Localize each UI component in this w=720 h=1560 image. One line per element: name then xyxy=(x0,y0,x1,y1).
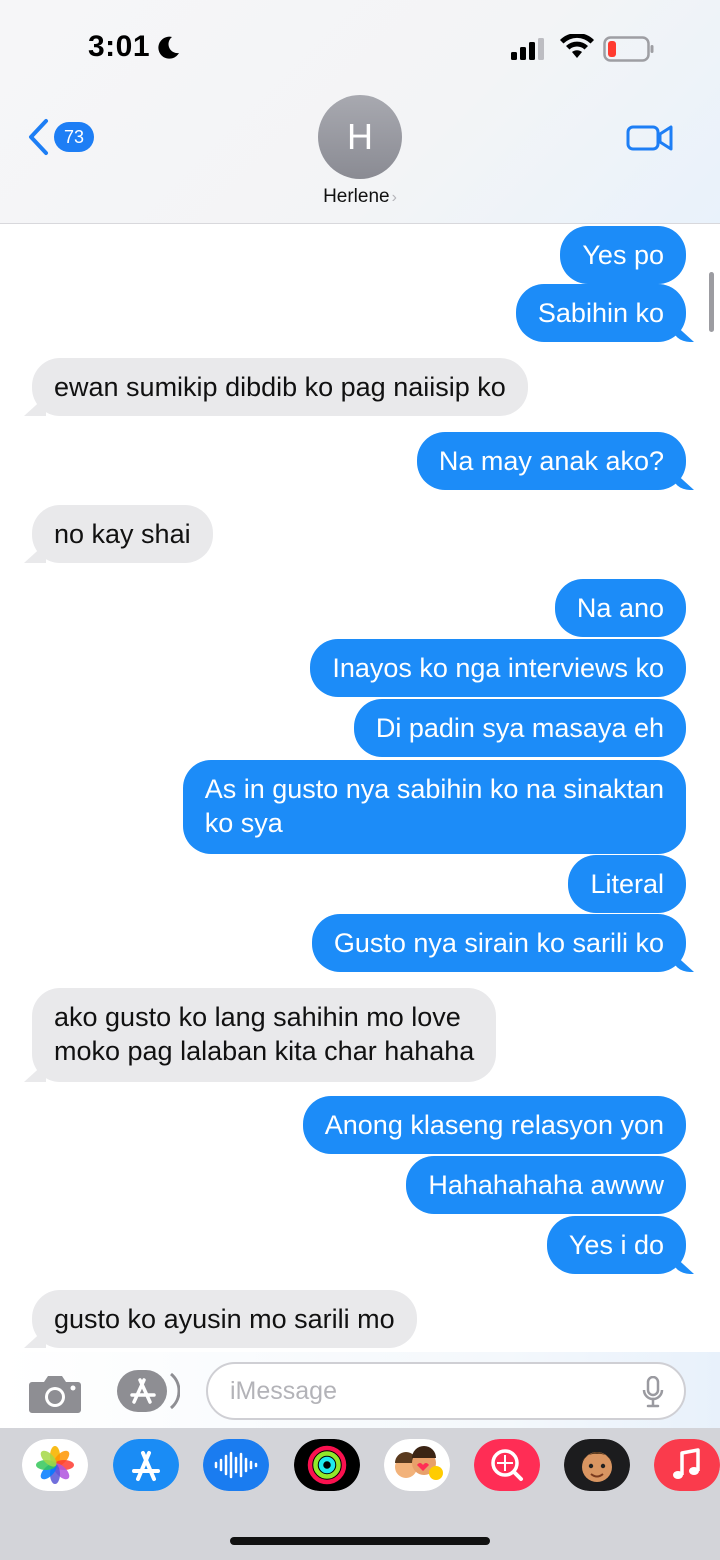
camera-icon[interactable] xyxy=(28,1372,82,1414)
memoji-stickers-icon[interactable] xyxy=(384,1439,450,1491)
do-not-disturb-moon-icon xyxy=(158,36,179,59)
video-call-icon[interactable] xyxy=(626,122,674,154)
imessage-input[interactable]: iMessage xyxy=(206,1362,686,1420)
sent-message[interactable]: Hahahahaha awww xyxy=(406,1156,686,1214)
contact-name-button[interactable]: Herlene › xyxy=(0,186,720,208)
chevron-right-icon: › xyxy=(391,189,397,206)
sent-message[interactable]: Inayos ko nga interviews ko xyxy=(310,639,686,697)
app-store-icon[interactable] xyxy=(113,1439,179,1491)
battery-low-icon xyxy=(603,36,654,62)
sent-message[interactable]: Sabihin ko xyxy=(515,284,686,342)
status-time: 3:01 xyxy=(88,30,151,63)
microphone-icon[interactable] xyxy=(642,1376,664,1408)
sent-message[interactable]: Anong klaseng relasyon yon xyxy=(302,1096,686,1154)
app-store-apps-icon[interactable] xyxy=(116,1368,180,1414)
wifi-icon xyxy=(560,34,594,58)
sent-message[interactable]: Na may anak ako? xyxy=(416,432,686,490)
received-message[interactable]: no kay shai xyxy=(32,505,213,563)
sent-message[interactable]: Literal xyxy=(568,855,686,913)
unread-count-badge: 73 xyxy=(54,122,94,152)
home-indicator[interactable] xyxy=(230,1537,490,1545)
contact-avatar[interactable]: H xyxy=(318,95,402,179)
back-button[interactable]: 73 xyxy=(26,116,100,158)
message-line: moko pag lalaban kita char hahaha xyxy=(54,1036,475,1066)
conversation-header: 3:01 73 H Herlene › xyxy=(0,0,720,224)
received-message[interactable]: gusto ko ayusin mo sarili mo xyxy=(32,1290,417,1348)
audio-message-icon[interactable] xyxy=(203,1439,269,1491)
search-images-icon[interactable] xyxy=(474,1439,540,1491)
message-line: As in gusto nya sabihin ko na sinaktan xyxy=(204,774,664,804)
input-placeholder: iMessage xyxy=(230,1377,337,1405)
sent-message[interactable]: Yes i do xyxy=(546,1216,686,1274)
received-message-multiline[interactable]: ako gusto ko lang sahihin mo love moko p… xyxy=(32,988,497,1082)
contact-name: Herlene xyxy=(323,186,390,207)
sent-message[interactable]: Yes po xyxy=(560,226,686,284)
scroll-indicator[interactable] xyxy=(709,272,714,332)
sent-message-multiline[interactable]: As in gusto nya sabihin ko na sinaktan k… xyxy=(182,760,686,854)
cellular-signal-icon xyxy=(511,38,544,60)
sent-message[interactable]: Gusto nya sirain ko sarili ko xyxy=(311,914,686,972)
message-line: ako gusto ko lang sahihin mo love xyxy=(54,1002,461,1032)
message-line: ko sya xyxy=(204,808,283,838)
chevron-left-icon xyxy=(29,119,48,155)
music-icon[interactable] xyxy=(654,1439,720,1491)
sent-message[interactable]: Di padin sya masaya eh xyxy=(353,699,686,757)
memoji-icon[interactable] xyxy=(564,1439,630,1491)
activity-icon[interactable] xyxy=(294,1439,360,1491)
received-message[interactable]: ewan sumikip dibdib ko pag naiisip ko xyxy=(32,358,528,416)
photos-icon[interactable] xyxy=(22,1439,88,1491)
sent-message[interactable]: Na ano xyxy=(554,579,686,637)
